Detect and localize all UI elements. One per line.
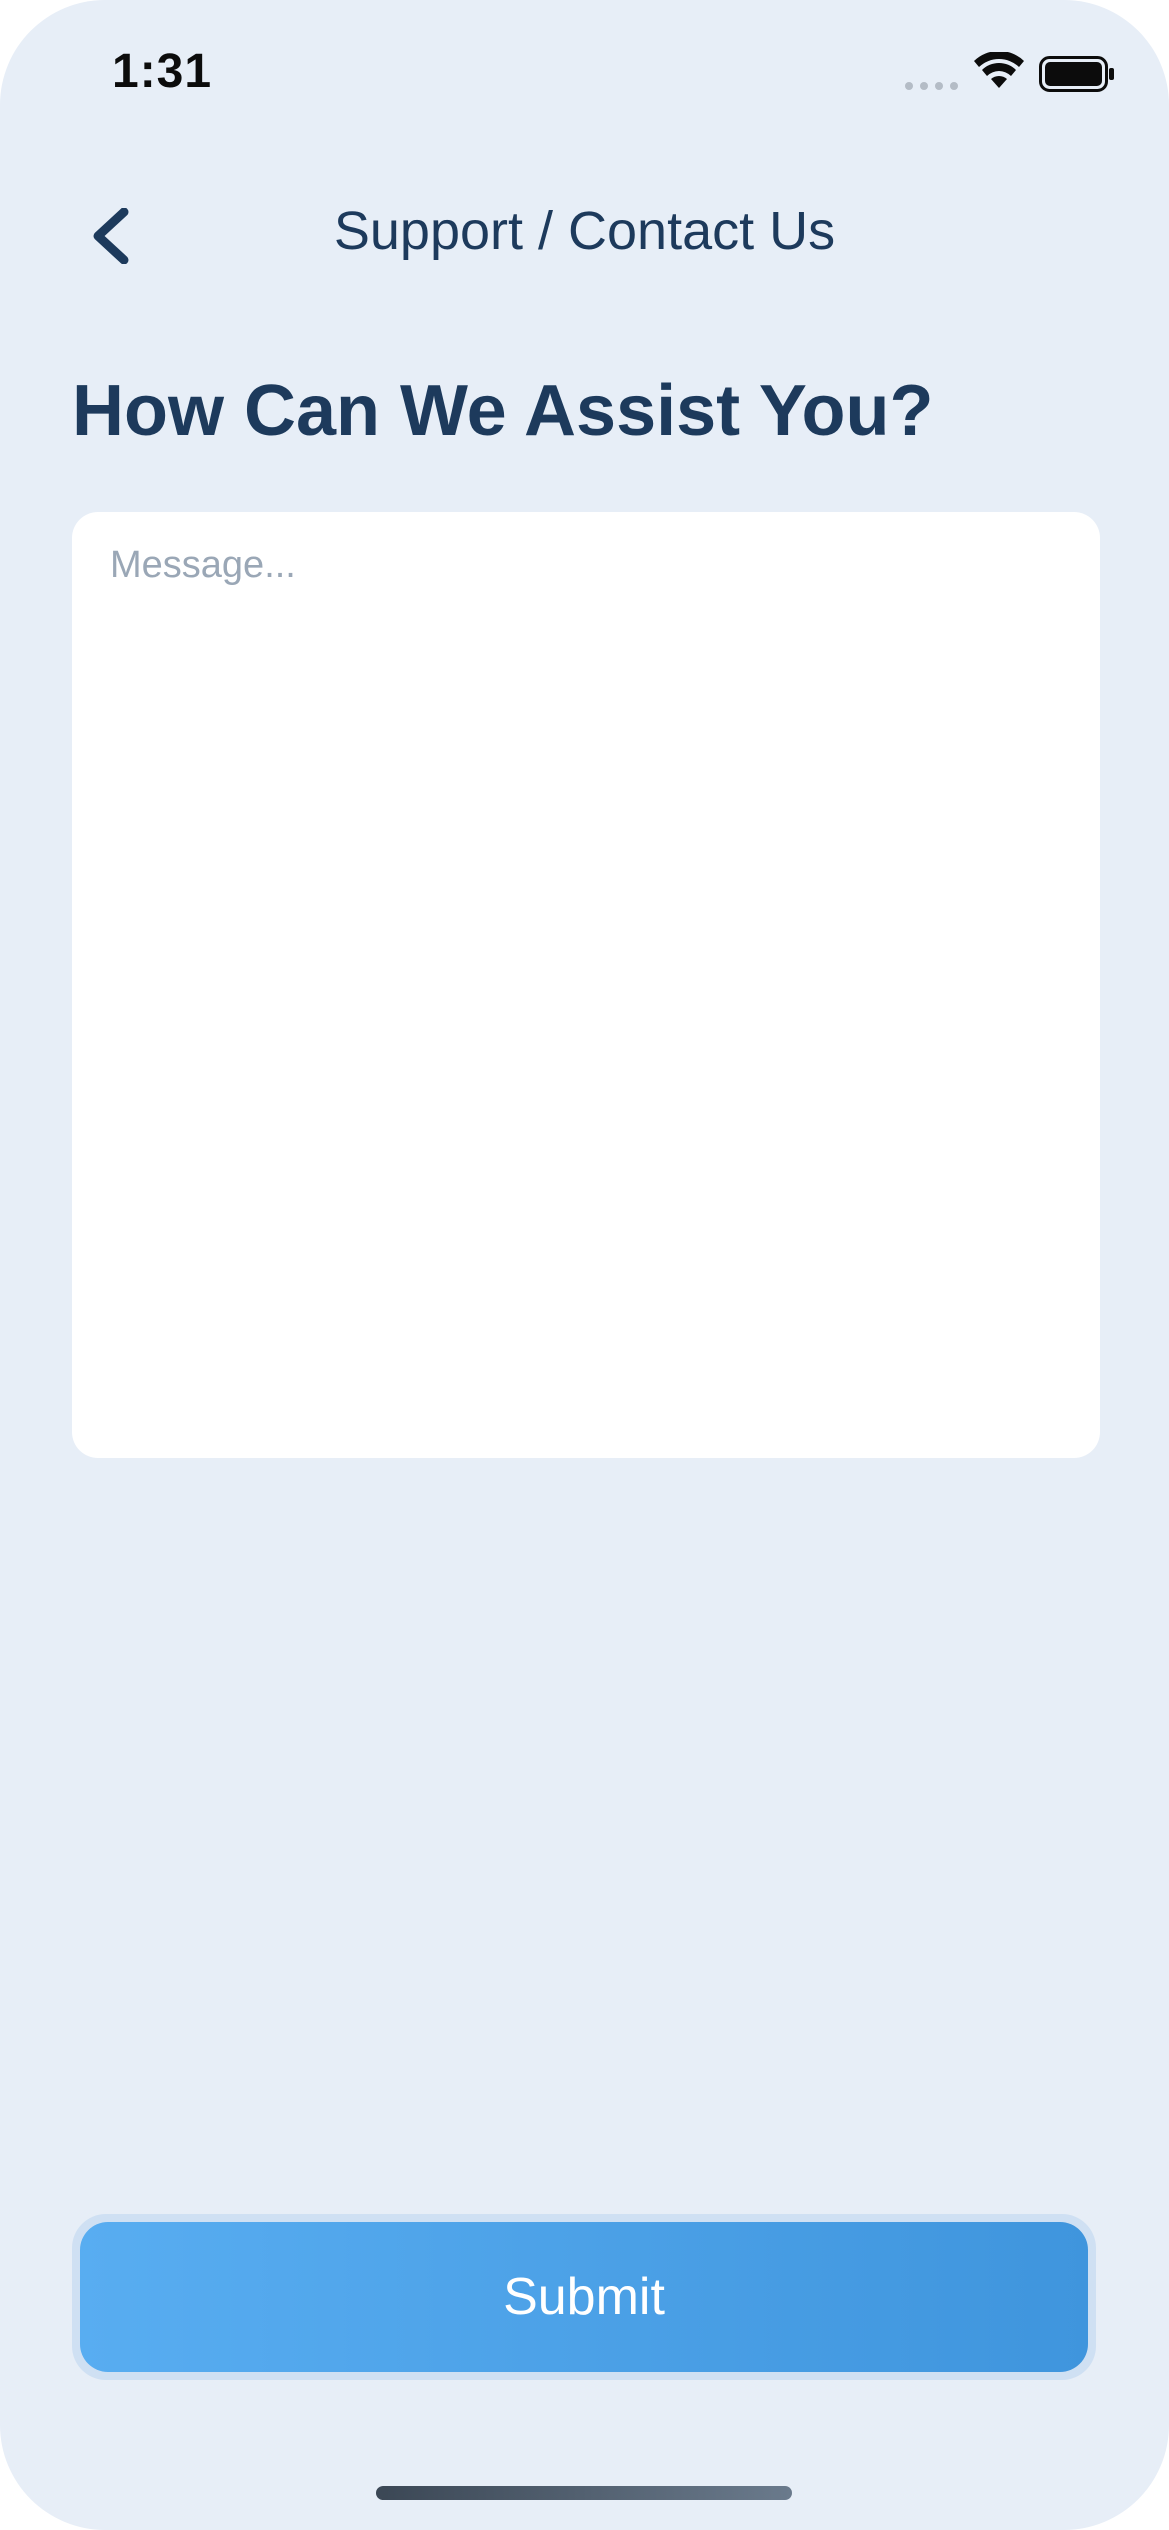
signal-dots-icon [905,82,958,90]
submit-button[interactable]: Submit [80,2222,1088,2372]
app-screen: 1:31 Support / Contact Us How Can We Ass… [0,0,1169,2530]
status-time: 1:31 [112,45,213,98]
message-input[interactable] [72,512,1100,1458]
nav-title: Support / Contact Us [333,201,836,261]
page-title: How Can We Assist You? [72,371,934,451]
wifi-icon [974,52,1024,88]
battery-icon [1039,56,1114,92]
home-indicator [376,2486,792,2500]
